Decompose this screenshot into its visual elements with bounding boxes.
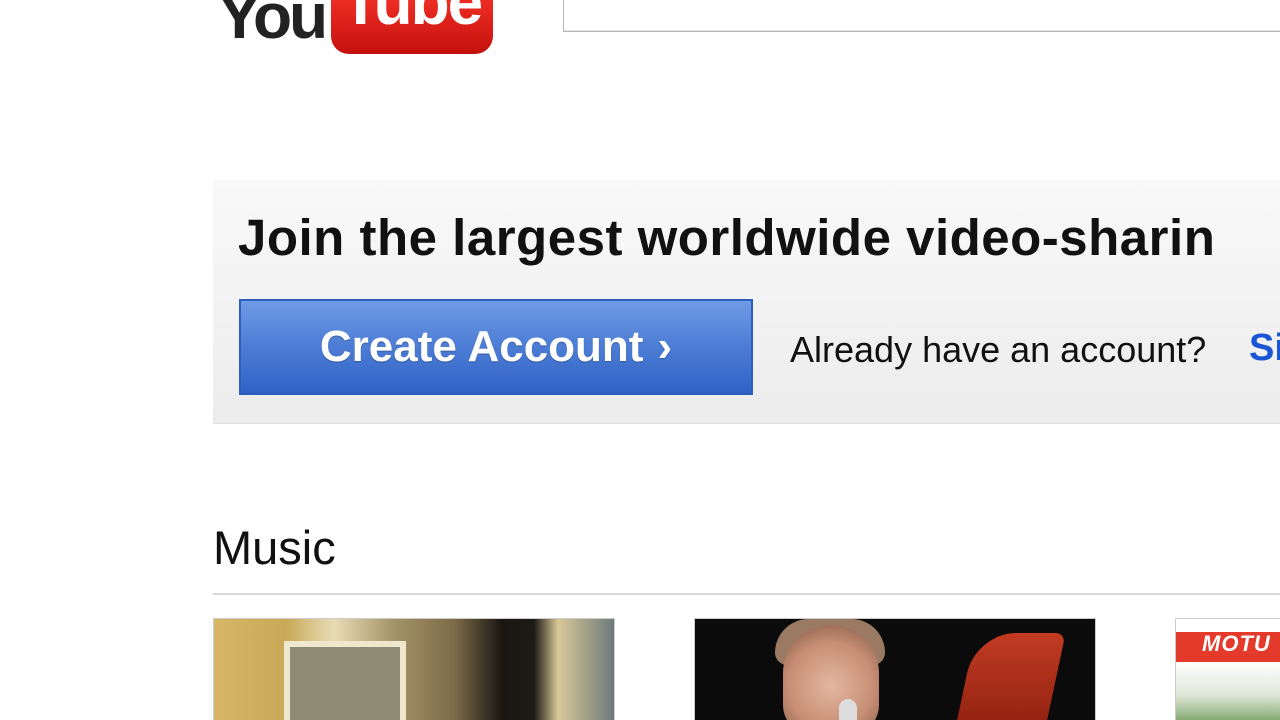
youtube-logo[interactable]: You Tube — [218, 0, 494, 54]
video-thumbnail[interactable]: MOTU — [1175, 618, 1280, 720]
section-divider — [213, 593, 1280, 595]
signup-promo-banner: Join the largest worldwide video-sharin … — [213, 180, 1280, 424]
sign-in-link[interactable]: Si — [1249, 327, 1280, 370]
chevron-right-icon: › — [657, 322, 673, 371]
promo-title: Join the largest worldwide video-sharin — [238, 209, 1216, 266]
logo-tube-badge: Tube — [331, 0, 494, 54]
video-thumbnail[interactable] — [694, 618, 1096, 720]
logo-tube-text: Tube — [341, 0, 483, 38]
thumbnail-doorway-shape — [284, 641, 406, 720]
thumbnail-person-face — [783, 625, 879, 720]
microphone-icon — [839, 699, 857, 720]
music-section-title: Music — [213, 521, 336, 574]
create-account-label: Create Account — [319, 322, 644, 371]
logo-you-text: You — [218, 0, 328, 52]
video-thumbnail[interactable] — [213, 618, 615, 720]
search-input[interactable] — [563, 0, 1280, 32]
thumbnail-raised-arm — [954, 633, 1066, 720]
thumbnail-overlay-text: MOTU — [1202, 631, 1271, 656]
create-account-button[interactable]: Create Account › — [239, 299, 753, 395]
youtube-homepage: You Tube Join the largest worldwide vide… — [0, 0, 1280, 720]
already-have-account-text: Already have an account? — [790, 329, 1207, 370]
